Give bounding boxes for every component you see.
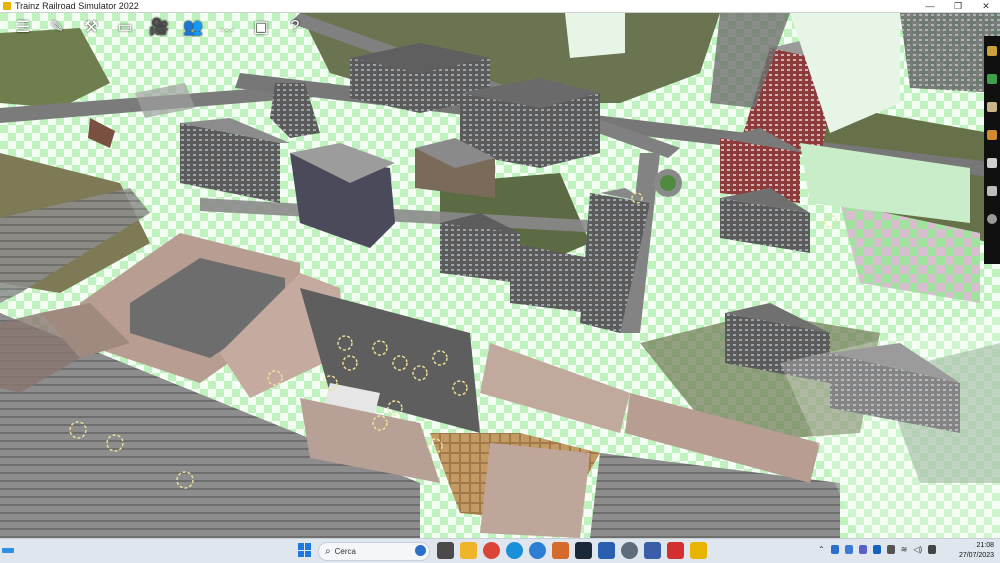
help-icon[interactable]: ? — [278, 16, 312, 38]
settings-app-icon[interactable] — [621, 542, 638, 559]
layers-tool-icon[interactable] — [985, 178, 999, 203]
shield-app-icon[interactable] — [598, 542, 615, 559]
search-icon: ⌕ — [325, 546, 331, 557]
terrain-tool-icon[interactable] — [985, 38, 999, 63]
tray-sync-icon[interactable] — [844, 545, 853, 554]
windows-taskbar: ⌕ Cerca ⌃ ≋ ◁) 21:08 27/07/2023 — [0, 538, 1000, 563]
taskbar-apps — [437, 542, 707, 559]
steam-icon[interactable] — [575, 542, 592, 559]
volume-icon[interactable]: ◁) — [913, 545, 922, 554]
close-button[interactable]: ✕ — [972, 0, 1000, 12]
task-view-icon[interactable] — [437, 542, 454, 559]
search-input[interactable]: Cerca — [335, 547, 356, 556]
window-controls: — ❐ ✕ — [916, 0, 1000, 12]
maximize-button[interactable]: ❐ — [944, 0, 972, 12]
help-app-icon[interactable] — [529, 542, 546, 559]
menu-icon[interactable]: ☰ — [6, 16, 40, 38]
people-icon[interactable]: 👥 — [176, 16, 210, 38]
widgets-icon[interactable] — [2, 548, 14, 553]
chat-icon[interactable]: … — [210, 16, 244, 38]
wifi-icon[interactable]: ≋ — [901, 545, 908, 554]
trainz-app-logo-icon — [3, 2, 11, 10]
tray-app-icon[interactable] — [830, 545, 839, 554]
settings-tool-icon[interactable] — [985, 206, 999, 231]
file-explorer-icon[interactable] — [460, 542, 477, 559]
trainz-app-icon[interactable] — [690, 542, 707, 559]
scene-render — [0, 13, 1000, 538]
game-viewport[interactable] — [0, 13, 1000, 538]
wrench-tool-icon[interactable] — [985, 150, 999, 175]
game-toolbar: ☰ ✎ ⚒ ▭ 🎥 👥 … ▣ ? — [6, 16, 312, 38]
clock-date: 27/07/2023 — [958, 552, 994, 559]
editor-side-toolbar — [984, 36, 1000, 264]
taskbar-search[interactable]: ⌕ Cerca — [318, 542, 430, 561]
track-tool-icon[interactable] — [985, 66, 999, 91]
monitor-icon[interactable]: ▭ — [108, 16, 142, 38]
chevron-up-icon[interactable]: ⌃ — [818, 545, 825, 554]
system-tray: ⌃ ≋ ◁) — [818, 545, 937, 554]
edit-icon[interactable]: ✎ — [40, 16, 74, 38]
search-highlight-icon — [415, 545, 426, 556]
edge-icon[interactable] — [506, 542, 523, 559]
taskbar-clock[interactable]: 21:08 27/07/2023 — [959, 541, 994, 561]
bluetooth-icon[interactable] — [872, 545, 881, 554]
window-title-bar[interactable]: Trainz Railroad Simulator 2022 — ❐ ✕ — [0, 0, 1000, 13]
clock-time: 21:08 — [976, 542, 994, 549]
cloud-icon[interactable] — [928, 545, 937, 554]
window-icon[interactable]: ▣ — [244, 16, 278, 38]
battery-icon[interactable] — [886, 545, 895, 554]
tools-icon[interactable]: ⚒ — [74, 16, 108, 38]
start-button[interactable] — [298, 543, 312, 557]
remote-app-icon[interactable] — [644, 542, 661, 559]
camera-icon[interactable]: 🎥 — [142, 16, 176, 38]
window-title: Trainz Railroad Simulator 2022 — [15, 1, 139, 11]
minimize-button[interactable]: — — [916, 0, 944, 12]
chrome-icon[interactable] — [483, 542, 500, 559]
acrobat-icon[interactable] — [667, 542, 684, 559]
home-app-icon[interactable] — [552, 542, 569, 559]
tray-teams-icon[interactable] — [858, 545, 867, 554]
objects-tool-icon[interactable] — [985, 94, 999, 119]
rail-tool-icon[interactable] — [985, 122, 999, 147]
